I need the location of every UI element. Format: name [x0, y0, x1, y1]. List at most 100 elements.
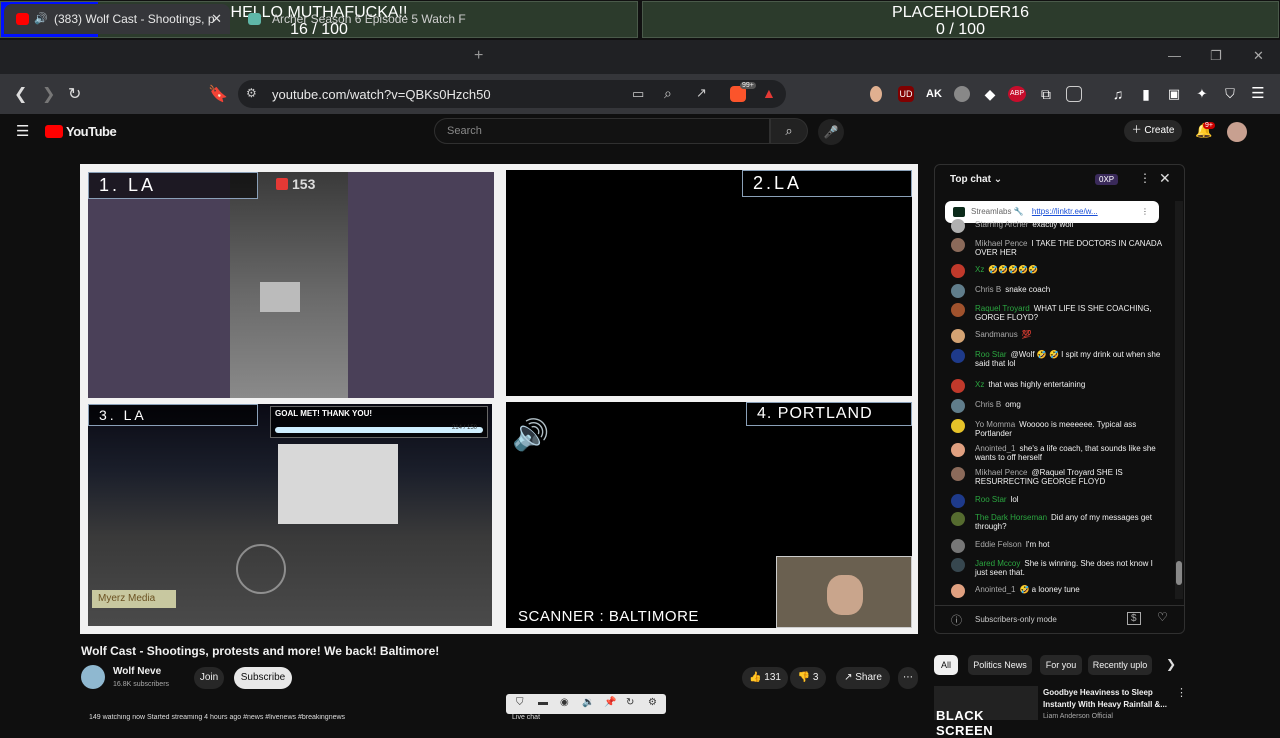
chat-message[interactable]: Roo Star @Wolf 🤣 🤣 I spit my drink out wh… — [975, 350, 1165, 368]
dislike-button[interactable]: 👎 3 — [790, 667, 826, 689]
recommended-more-icon[interactable]: ⋮ — [1176, 686, 1187, 699]
chat-author[interactable]: Chris B — [975, 285, 1001, 294]
close-icon[interactable]: ✕ — [211, 4, 222, 34]
minimize-icon[interactable]: — — [1168, 48, 1181, 63]
youtube-logo-icon[interactable] — [45, 125, 63, 138]
search-icon[interactable]: ⌕ — [770, 118, 808, 144]
chat-avatar[interactable] — [951, 584, 965, 598]
chat-message[interactable]: Yo Momma Wooooo is meeeeee. Typical ass P… — [975, 420, 1165, 438]
chat-more-icon[interactable]: ⋮ — [1139, 171, 1151, 185]
chat-avatar[interactable] — [951, 379, 965, 393]
chat-message[interactable]: Sandmanus 💯 — [975, 330, 1165, 339]
chat-avatar[interactable] — [951, 419, 965, 433]
search-input[interactable]: Search — [434, 118, 770, 144]
pinned-link[interactable]: https://linktr.ee/w... — [1032, 207, 1098, 216]
channel-name[interactable]: Wolf Neve — [113, 666, 161, 677]
chat-avatar[interactable] — [951, 349, 965, 363]
chat-message[interactable]: Anointed_1 🤣 a looney tune — [975, 585, 1165, 594]
window-close-icon[interactable]: ✕ — [1253, 48, 1264, 64]
chat-avatar[interactable] — [951, 443, 965, 457]
chat-author[interactable]: Yo Momma — [975, 420, 1015, 429]
chip-2[interactable]: For you — [1040, 655, 1082, 675]
tab-wolf-cast[interactable]: 🔊 (383) Wolf Cast - Shootings, p ✕ — [4, 4, 230, 34]
chat-author[interactable]: Xz — [975, 380, 984, 389]
toolbar-audio-icon[interactable]: 🔉 — [582, 697, 594, 708]
bookmark-icon[interactable]: 🔖 — [208, 84, 228, 104]
chat-message[interactable]: Mikhael Pence @Raquel Troyard SHE IS RESU… — [975, 468, 1165, 486]
vpn-shield-icon[interactable]: ⛉ — [1222, 86, 1238, 102]
chat-message[interactable]: Jared Mccoy She is winning. She does not … — [975, 559, 1165, 577]
chat-author[interactable]: Jared Mccoy — [975, 559, 1020, 568]
leo-ai-icon[interactable]: ✦ — [1194, 86, 1210, 102]
subscribe-button[interactable]: Subscribe — [234, 667, 292, 689]
ublock-icon[interactable]: UD — [898, 86, 914, 102]
cast-icon[interactable]: ▭ — [632, 86, 644, 102]
chat-avatar[interactable] — [951, 512, 965, 526]
chat-avatar[interactable] — [951, 238, 965, 252]
more-actions-icon[interactable]: ⋯ — [898, 667, 918, 689]
recommended-title[interactable]: Goodbye Heaviness to Sleep Instantly Wit… — [1043, 687, 1175, 711]
media-icon[interactable]: ♫ — [1110, 86, 1126, 102]
restore-icon[interactable]: ❐ — [1210, 48, 1222, 64]
zoom-icon[interactable]: ⌕ — [664, 85, 672, 102]
chat-message[interactable]: Mikhael Pence I TAKE THE DOCTORS IN CANAD… — [975, 239, 1165, 257]
chat-author[interactable]: Sandmanus — [975, 330, 1018, 339]
channel-avatar[interactable] — [81, 665, 105, 689]
video-player[interactable]: 1. LA 153 2.LA 3. LA GOAL MET! THANK YOU… — [80, 164, 918, 634]
chat-author[interactable]: Mikhael Pence — [975, 239, 1027, 248]
chat-author[interactable]: Starring Archer — [975, 220, 1028, 229]
top-chat-dropdown[interactable]: Top chat ⌄ — [950, 174, 1002, 185]
brave-rewards-icon[interactable]: ▲ — [762, 85, 776, 101]
scrollbar-thumb[interactable] — [1176, 561, 1182, 585]
chip-3[interactable]: Recently uplo — [1088, 655, 1152, 675]
site-info-icon[interactable]: ⚙ — [246, 86, 257, 100]
wallet-icon[interactable]: ▣ — [1166, 86, 1182, 102]
extensions-puzzle-icon[interactable]: ⧉ — [1038, 86, 1054, 102]
chip-next-icon[interactable]: ❯ — [1166, 657, 1176, 671]
chip-0[interactable]: All — [934, 655, 958, 675]
chat-avatar[interactable] — [951, 539, 965, 553]
toolbar-shield-icon[interactable]: ⛉ — [516, 697, 524, 708]
chat-author[interactable]: The Dark Horseman — [975, 513, 1047, 522]
diamond-extension-icon[interactable]: ◆ — [982, 86, 998, 102]
chat-avatar[interactable] — [951, 303, 965, 317]
chat-author[interactable]: Mikhael Pence — [975, 468, 1027, 477]
chat-message[interactable]: Xz 🤣🤣🤣🤣🤣 — [975, 265, 1165, 274]
toolbar-camera-icon[interactable]: ◉ — [560, 697, 569, 708]
chat-message[interactable]: Chris B snake coach — [975, 285, 1165, 294]
heart-icon[interactable]: ♡ — [1157, 610, 1168, 624]
chat-message[interactable]: Roo Star lol — [975, 495, 1165, 504]
chat-avatar[interactable] — [951, 284, 965, 298]
chat-author[interactable]: Chris B — [975, 400, 1001, 409]
chat-close-icon[interactable]: ✕ — [1159, 170, 1171, 187]
ak-extension-icon[interactable]: AK — [926, 86, 942, 102]
extension-egg-icon[interactable] — [870, 86, 882, 102]
tab-search-icon[interactable] — [1066, 86, 1082, 102]
toolbar-settings-icon[interactable]: ⚙ — [648, 697, 657, 708]
toolbar-refresh-icon[interactable]: ↻ — [626, 697, 634, 708]
share-page-icon[interactable]: ↗ — [696, 85, 707, 101]
chat-avatar[interactable] — [951, 329, 965, 343]
create-button[interactable]: ＋ Create — [1124, 120, 1182, 142]
chat-author[interactable]: Anointed_1 — [975, 444, 1015, 453]
forward-icon[interactable]: ❯ — [42, 84, 55, 104]
toolbar-folder-icon[interactable]: ▬ — [538, 697, 548, 708]
chat-scrollbar[interactable] — [1175, 201, 1183, 599]
recommended-thumbnail[interactable]: BLACK SCREEN — [934, 686, 1038, 738]
circle-extension-icon[interactable] — [954, 86, 970, 102]
menu-icon[interactable]: ☰ — [1250, 86, 1266, 102]
like-button[interactable]: 👍 131 — [742, 667, 788, 689]
chat-message[interactable]: Eddie Felson I'm hot — [975, 540, 1165, 549]
chat-message[interactable]: Chris B omg — [975, 400, 1165, 409]
back-icon[interactable]: ❮ — [14, 84, 27, 104]
chat-message[interactable]: Raquel Troyard WHAT LIFE IS SHE COACHING,… — [975, 304, 1165, 322]
share-button[interactable]: ↗ Share — [836, 667, 890, 689]
reload-icon[interactable]: ↻ — [68, 84, 81, 104]
chat-message[interactable]: Anointed_1 she's a life coach, that sound… — [975, 444, 1165, 462]
chat-author[interactable]: Roo Star — [975, 495, 1007, 504]
join-button[interactable]: Join — [194, 667, 224, 689]
xp-badge[interactable]: 0XP — [1095, 174, 1119, 185]
sidebar-icon[interactable]: ▮ — [1138, 86, 1154, 102]
chat-message[interactable]: The Dark Horseman Did any of my messages … — [975, 513, 1165, 531]
url-text[interactable]: youtube.com/watch?v=QBKs0Hzch50 — [272, 87, 491, 102]
